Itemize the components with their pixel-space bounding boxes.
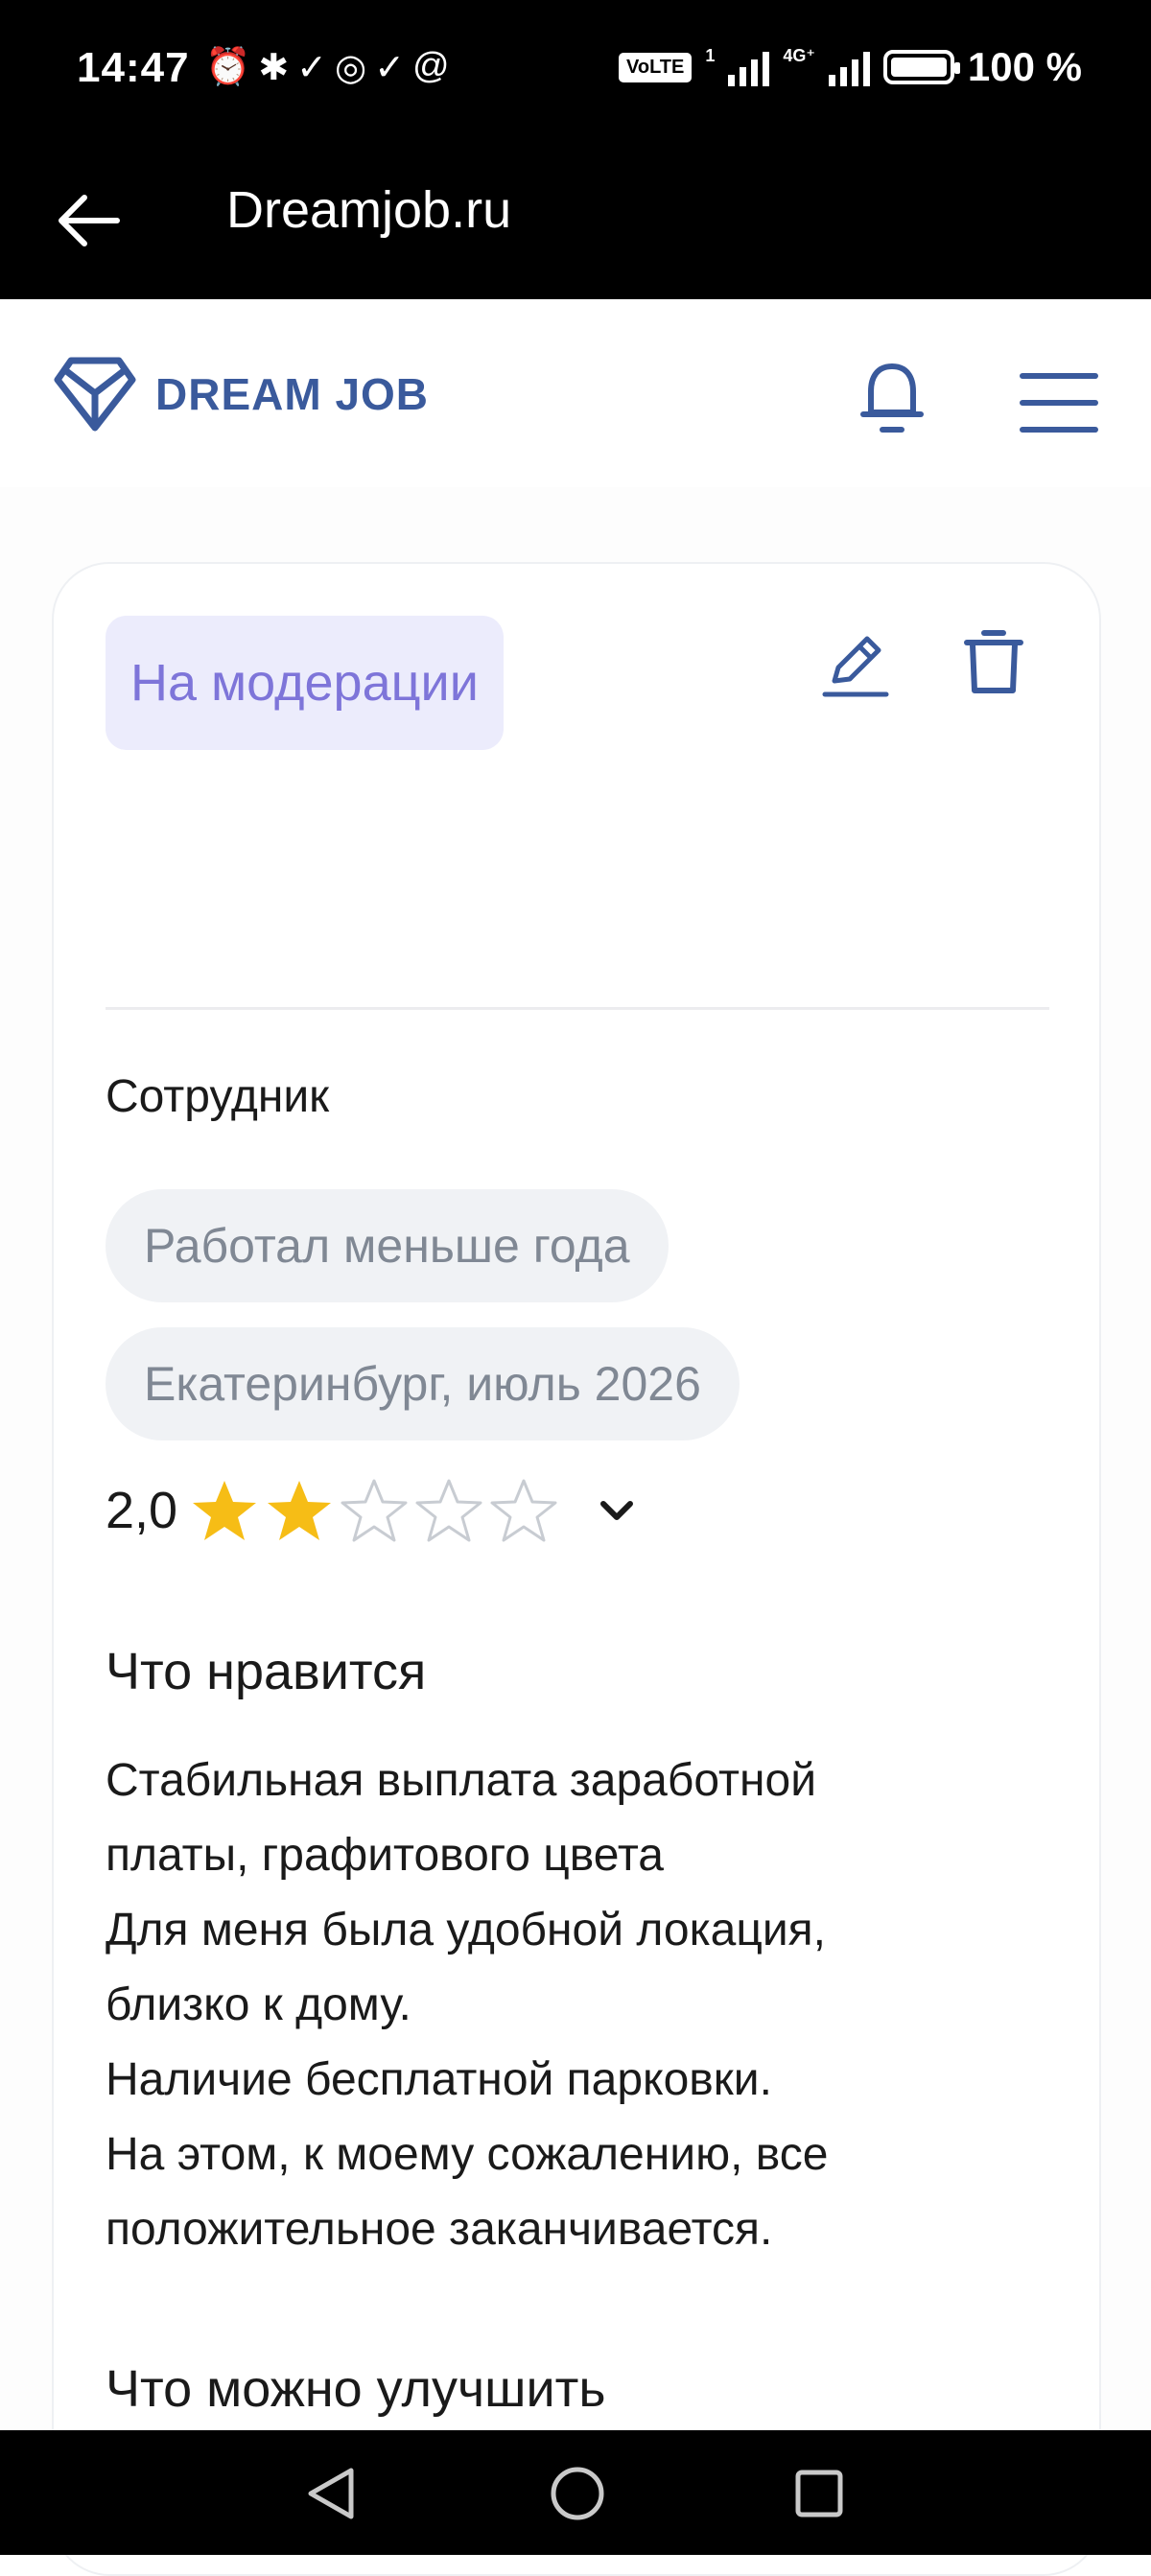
app-title: Dreamjob.ru	[226, 181, 512, 239]
divider	[106, 1007, 1049, 1010]
likes-title: Что нравится	[106, 1643, 427, 1700]
star-rating	[187, 1475, 561, 1546]
status-time: 14:47	[77, 44, 190, 91]
signal-icon	[728, 48, 770, 86]
bell-icon[interactable]	[857, 361, 927, 437]
app-bar: Dreamjob.ru	[0, 144, 1151, 299]
review-card: На модерации Сотрудник Работал меньше го…	[52, 562, 1101, 2576]
alarm-icon: ⏰	[205, 47, 251, 87]
rating-value: 2,0	[106, 1482, 178, 1539]
battery-percent: 100 %	[967, 44, 1082, 89]
location-date-chip: Екатеринбург, июль 2026	[106, 1327, 740, 1440]
system-nav-bar	[0, 2430, 1151, 2555]
sim-label: 1	[705, 45, 716, 65]
nav-recents-icon[interactable]	[794, 2469, 844, 2518]
status-bar: 14:47 ⏰ ✱ ✓ ◎ ✓ @ VoLTE 1 4G⁺ 100 %	[0, 0, 1151, 144]
network-type: 4G⁺	[783, 45, 815, 65]
reviewer-role: Сотрудник	[106, 1071, 330, 1122]
site-header: DREAM JOB	[0, 299, 1151, 487]
nav-home-icon[interactable]	[549, 2465, 606, 2522]
check-icon: ◎	[335, 48, 367, 88]
notification-icon: ✓	[374, 48, 406, 88]
tenure-chip: Работал меньше года	[106, 1189, 669, 1302]
star-empty-icon	[415, 1479, 482, 1542]
back-arrow-icon[interactable]	[52, 182, 129, 259]
star-empty-icon	[341, 1479, 408, 1542]
menu-icon[interactable]	[1019, 368, 1099, 437]
signal-icon	[828, 48, 870, 86]
edit-icon[interactable]	[821, 631, 890, 700]
status-badge: На модерации	[106, 616, 504, 750]
bluetooth-icon: ✱	[258, 48, 290, 88]
volte-icon: VoLTE	[619, 52, 693, 82]
logo-text: DREAM JOB	[155, 369, 430, 419]
improve-title: Что можно улучшить	[106, 2360, 606, 2418]
logo-icon	[54, 357, 136, 432]
battery-icon	[882, 50, 960, 84]
notification-icon: ✓	[296, 48, 328, 88]
logo[interactable]: DREAM JOB	[52, 355, 429, 433]
trash-icon[interactable]	[963, 625, 1024, 696]
chevron-down-icon[interactable]	[596, 1496, 638, 1525]
at-icon: @	[412, 46, 450, 86]
star-filled-icon	[268, 1481, 332, 1540]
rating-row[interactable]: 2,0	[106, 1475, 638, 1546]
likes-text: Стабильная выплата заработной платы, гра…	[106, 1755, 829, 2255]
system-indicators: VoLTE 1 4G⁺ 100 %	[619, 44, 1082, 90]
nav-back-icon[interactable]	[303, 2465, 357, 2522]
star-empty-icon	[490, 1479, 557, 1542]
notification-icons: ⏰ ✱ ✓ ◎ ✓ @	[205, 46, 450, 89]
star-filled-icon	[193, 1481, 257, 1540]
